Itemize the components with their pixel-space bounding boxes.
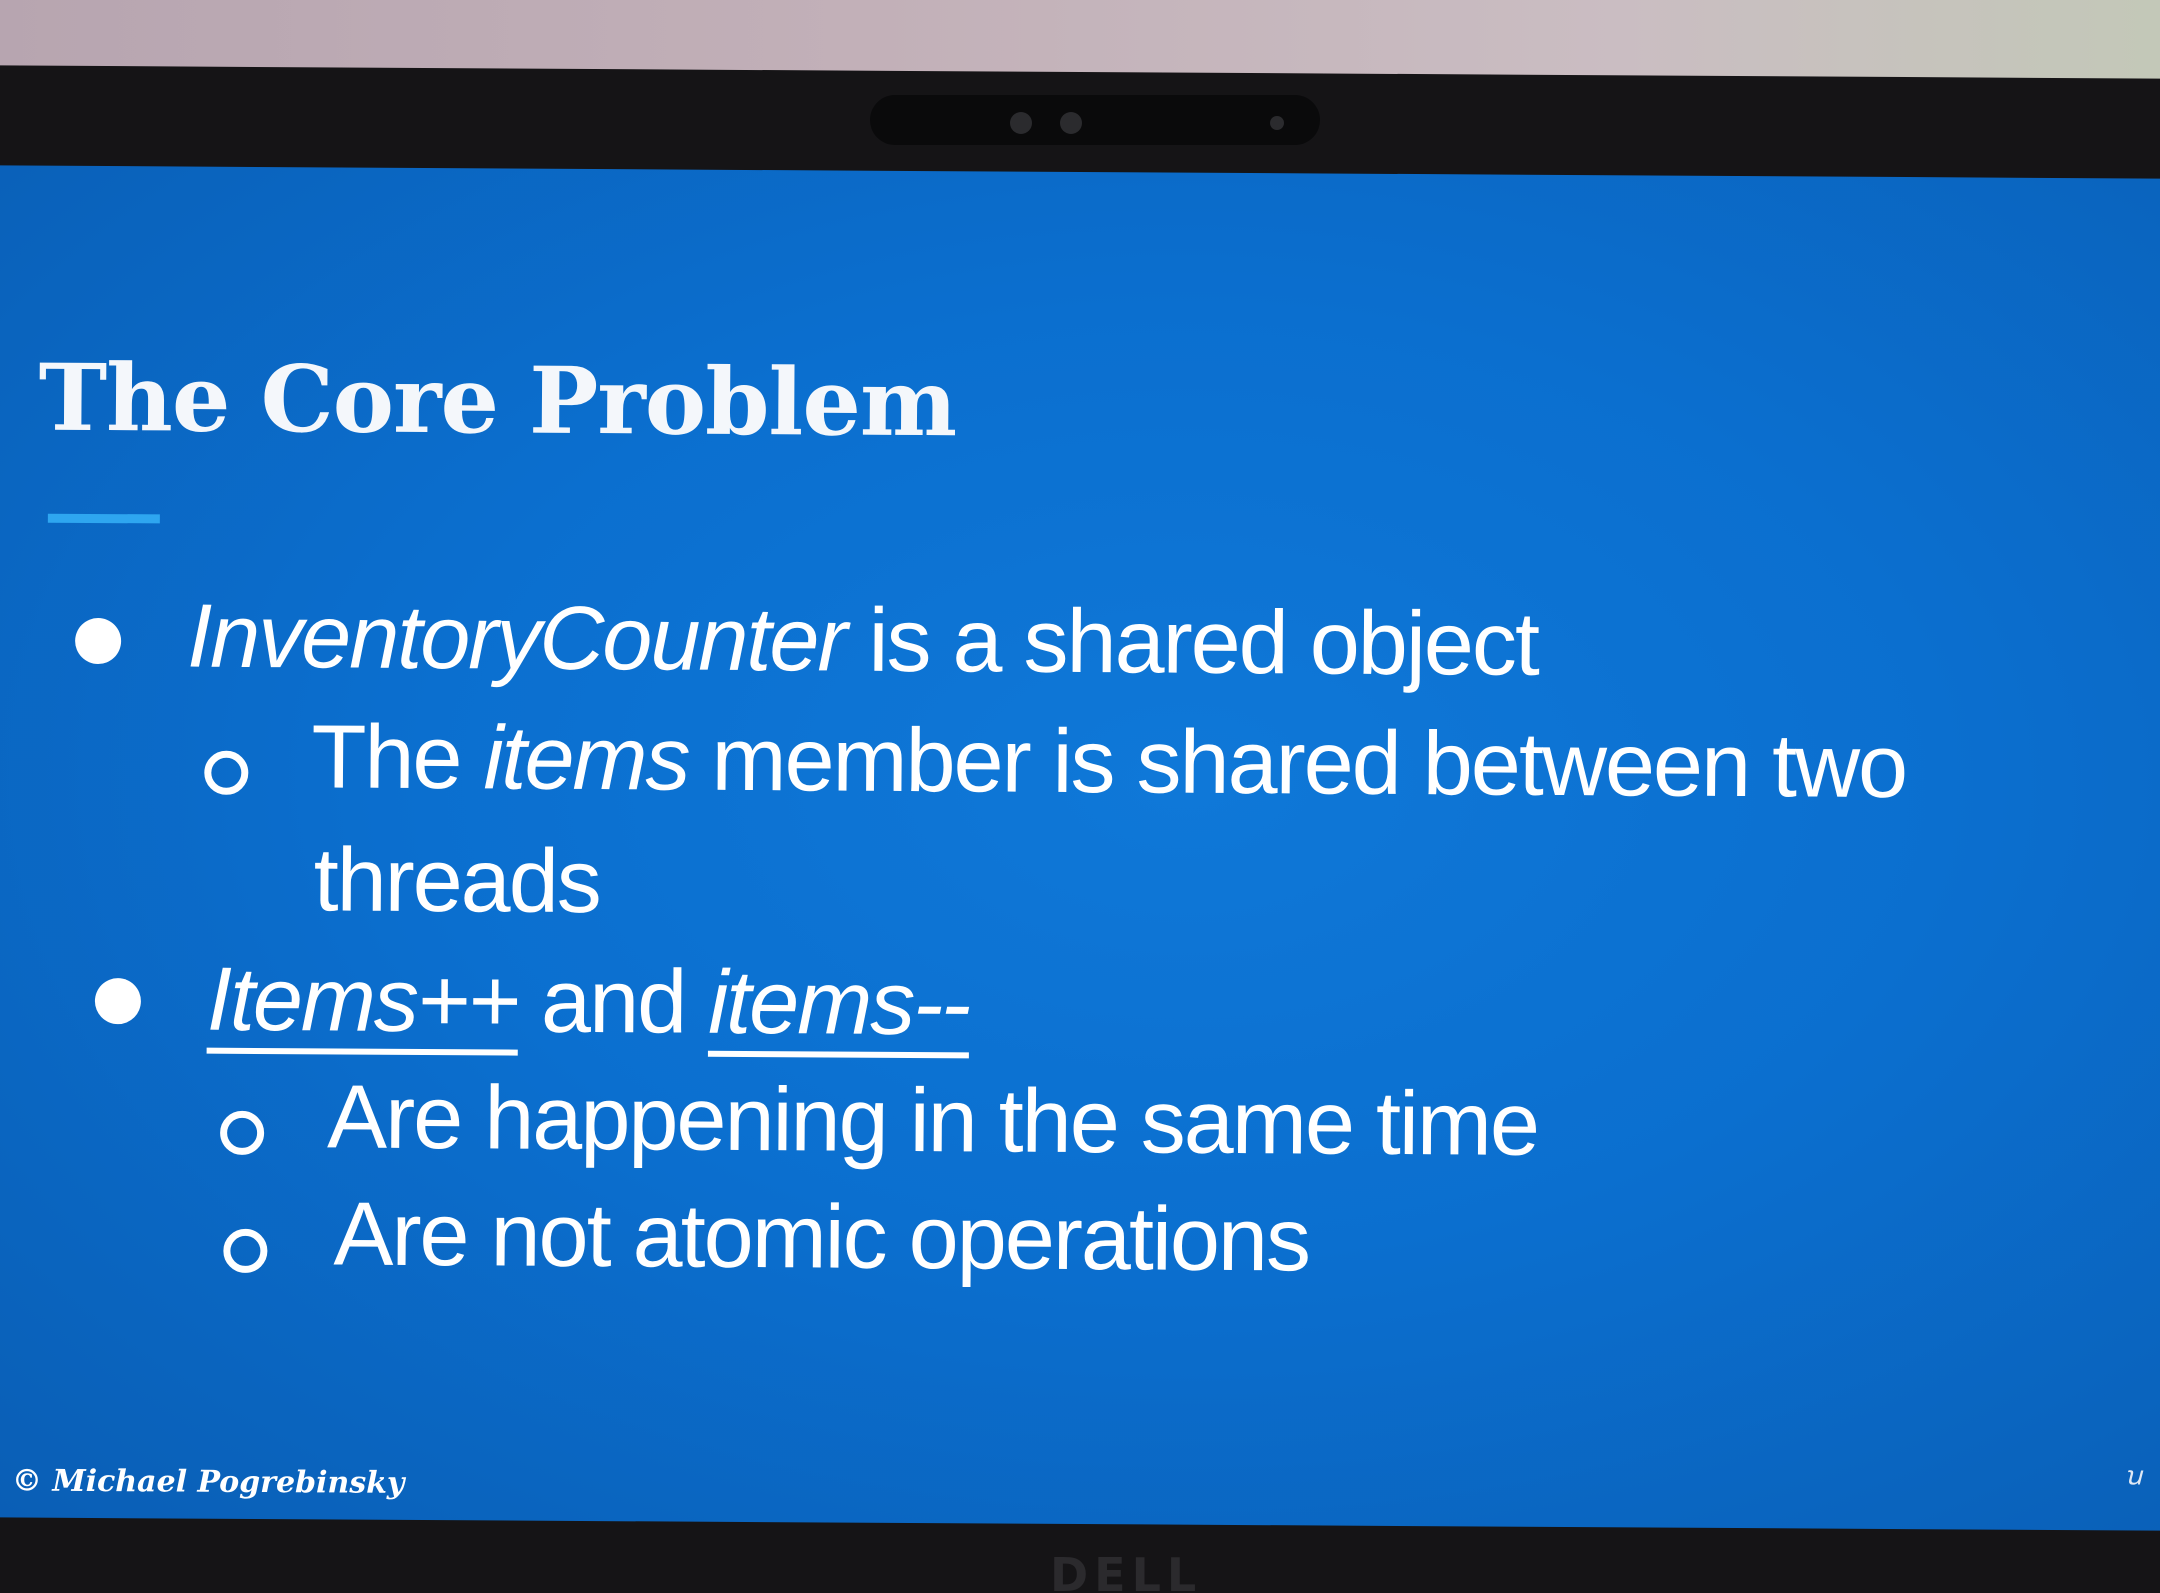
sub-bullet-item: Are happening in the same time [327, 1067, 1538, 1174]
hollow-circle-icon [219, 1110, 265, 1156]
slide-footer-copyright: © Michael Pogrebinsky [11, 1463, 405, 1501]
monitor-brand-logo: DELL [1050, 1548, 1203, 1593]
bullet-item: Items++ and items-- [207, 950, 970, 1055]
filled-circle-icon [94, 977, 142, 1025]
hollow-circle-icon [204, 750, 249, 795]
bullet-item: InventoryCounter is a shared object [187, 587, 1538, 695]
bullet-text-italic-underlined: items-- [707, 952, 970, 1055]
bullet-text-italic: InventoryCounter [186, 586, 846, 691]
webcam-housing [870, 95, 1320, 145]
bullet-text: member is shared between two [688, 709, 1907, 818]
webcam-sensor-icon [1010, 112, 1032, 134]
sub-bullet-item: The items member is shared between two [311, 707, 1906, 817]
hollow-circle-icon [223, 1228, 268, 1274]
bullet-text: is a shared object [845, 590, 1539, 695]
webcam-lens-icon [1060, 112, 1082, 134]
slide-screen: The Core Problem InventoryCounter is a s… [0, 165, 2160, 1531]
bullet-text: Are happening in the same time [326, 1067, 1539, 1175]
bullet-text: The [311, 707, 484, 809]
photo-background: The Core Problem InventoryCounter is a s… [0, 0, 2160, 1593]
sub-bullet-item-continuation: threads [313, 830, 600, 932]
slide-title: The Core Problem [38, 343, 957, 458]
sub-bullet-item: Are not atomic operations [333, 1184, 1309, 1290]
corner-logo-icon: ꭒ [2124, 1461, 2143, 1492]
title-underline-accent [47, 513, 160, 524]
bullet-text-italic-underlined: Items++ [206, 949, 519, 1052]
bullet-text: threads [313, 830, 601, 933]
bullet-text: Are not atomic operations [333, 1184, 1310, 1291]
bullet-text-italic: items [483, 708, 689, 810]
filled-circle-icon [74, 617, 122, 665]
bullet-text: and [517, 951, 709, 1053]
webcam-light-icon [1270, 116, 1284, 130]
